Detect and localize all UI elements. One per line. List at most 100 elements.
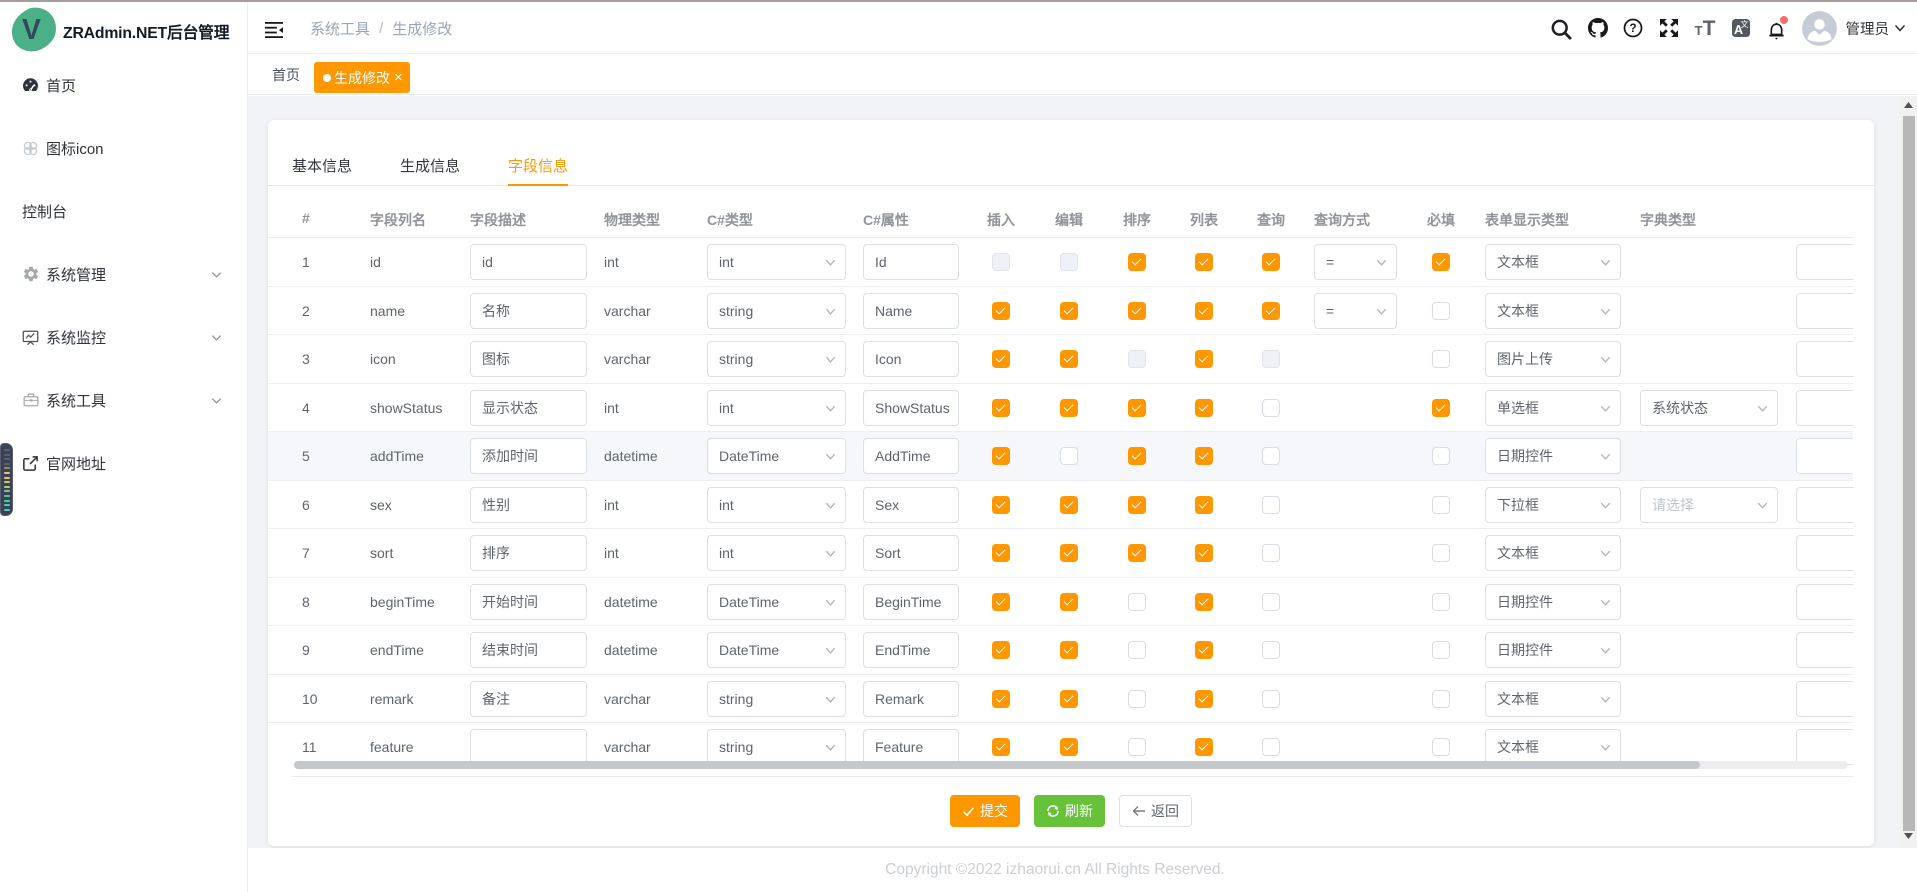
checkbox-insert-checked[interactable] [992, 496, 1010, 514]
select-dict[interactable]: 系统状态 [1640, 390, 1778, 426]
checkbox-list-checked[interactable] [1195, 350, 1213, 368]
checkbox-required-unchecked[interactable] [1432, 738, 1450, 756]
checkbox-edit-checked[interactable] [1060, 593, 1078, 611]
checkbox-insert-checked[interactable] [992, 399, 1010, 417]
checkbox-query-unchecked[interactable] [1262, 593, 1280, 611]
checkbox-list-checked[interactable] [1195, 496, 1213, 514]
checkbox-list-checked[interactable] [1195, 641, 1213, 659]
select-display[interactable]: 日期控件 [1485, 584, 1621, 620]
avatar[interactable] [1802, 11, 1837, 46]
checkbox-required-unchecked[interactable] [1432, 496, 1450, 514]
translate-icon[interactable]: A文 [1723, 2, 1759, 54]
input-extra[interactable] [1796, 487, 1853, 523]
checkbox-query-checked[interactable] [1262, 253, 1280, 271]
select-cstype[interactable]: DateTime [707, 632, 846, 668]
select-display[interactable]: 图片上传 [1485, 341, 1621, 377]
checkbox-query-unchecked[interactable] [1262, 447, 1280, 465]
help-icon[interactable]: ? [1616, 2, 1652, 54]
checkbox-sort-unchecked[interactable] [1128, 641, 1146, 659]
select-cstype[interactable]: DateTime [707, 438, 846, 474]
tab-basic-info[interactable]: 基本信息 [292, 155, 352, 185]
input-csattr[interactable]: Sex [863, 487, 959, 523]
checkbox-sort-checked[interactable] [1128, 447, 1146, 465]
app-logo[interactable]: V ZRAdmin.NET后台管理 [0, 2, 247, 60]
input-desc[interactable]: id [470, 244, 587, 280]
select-cstype[interactable]: string [707, 341, 846, 377]
input-extra[interactable] [1796, 584, 1853, 620]
checkbox-edit-unchecked[interactable] [1060, 447, 1078, 465]
input-extra[interactable] [1796, 244, 1853, 280]
scrollbar-down-arrow[interactable] [1900, 827, 1917, 844]
checkbox-insert-checked[interactable] [992, 641, 1010, 659]
checkbox-edit-checked[interactable] [1060, 496, 1078, 514]
input-extra[interactable] [1796, 535, 1853, 571]
input-csattr[interactable]: Remark [863, 681, 959, 717]
sidebar-item-monitor[interactable]: 系统监控 [0, 309, 247, 365]
scrollbar-up-arrow[interactable] [1900, 96, 1917, 113]
select-display[interactable]: 文本框 [1485, 244, 1621, 280]
sidebar-item-home[interactable]: 首页 [0, 57, 247, 113]
select-display[interactable]: 下拉框 [1485, 487, 1621, 523]
checkbox-insert-checked[interactable] [992, 302, 1010, 320]
checkbox-list-checked[interactable] [1195, 544, 1213, 562]
input-extra[interactable] [1796, 632, 1853, 668]
checkbox-edit-checked[interactable] [1060, 738, 1078, 756]
input-desc[interactable]: 结束时间 [470, 632, 587, 668]
checkbox-query-checked[interactable] [1262, 302, 1280, 320]
select-qmode[interactable]: = [1314, 293, 1397, 329]
input-csattr[interactable]: EndTime [863, 632, 959, 668]
input-desc[interactable]: 名称 [470, 293, 587, 329]
select-cstype[interactable]: string [707, 293, 846, 329]
checkbox-edit-disabled[interactable] [1060, 253, 1078, 271]
checkbox-sort-checked[interactable] [1128, 302, 1146, 320]
input-extra[interactable] [1796, 341, 1853, 377]
horizontal-scrollbar-thumb[interactable] [294, 761, 1700, 769]
select-display[interactable]: 文本框 [1485, 535, 1621, 571]
tag-active[interactable]: 生成修改 × [314, 62, 410, 93]
github-icon[interactable] [1580, 2, 1616, 54]
checkbox-sort-checked[interactable] [1128, 496, 1146, 514]
checkbox-required-checked[interactable] [1432, 253, 1450, 271]
select-cstype[interactable]: DateTime [707, 584, 846, 620]
checkbox-insert-checked[interactable] [992, 350, 1010, 368]
sidebar-item-tools[interactable]: 系统工具 [0, 372, 247, 428]
input-csattr[interactable]: ShowStatus [863, 390, 959, 426]
checkbox-sort-checked[interactable] [1128, 544, 1146, 562]
checkbox-edit-checked[interactable] [1060, 350, 1078, 368]
breadcrumb-item-parent[interactable]: 系统工具 [310, 18, 370, 39]
checkbox-required-unchecked[interactable] [1432, 593, 1450, 611]
input-csattr[interactable]: AddTime [863, 438, 959, 474]
checkbox-list-checked[interactable] [1195, 399, 1213, 417]
checkbox-sort-unchecked[interactable] [1128, 690, 1146, 708]
select-display[interactable]: 文本框 [1485, 293, 1621, 329]
input-desc[interactable]: 排序 [470, 535, 587, 571]
input-extra[interactable] [1796, 681, 1853, 717]
select-cstype[interactable]: string [707, 681, 846, 717]
select-display[interactable]: 单选框 [1485, 390, 1621, 426]
checkbox-insert-disabled[interactable] [992, 253, 1010, 271]
tag-home[interactable]: 首页 [272, 65, 300, 85]
input-desc[interactable]: 备注 [470, 681, 587, 717]
input-csattr[interactable]: Name [863, 293, 959, 329]
checkbox-required-unchecked[interactable] [1432, 544, 1450, 562]
vertical-scrollbar-thumb[interactable] [1903, 116, 1915, 831]
devtools-handle-widget[interactable] [0, 443, 13, 516]
checkbox-query-unchecked[interactable] [1262, 496, 1280, 514]
checkbox-sort-unchecked[interactable] [1128, 593, 1146, 611]
refresh-button[interactable]: 刷新 [1034, 795, 1105, 827]
input-csattr[interactable]: Id [863, 244, 959, 280]
checkbox-edit-checked[interactable] [1060, 544, 1078, 562]
input-extra[interactable] [1796, 293, 1853, 329]
checkbox-query-unchecked[interactable] [1262, 641, 1280, 659]
sidebar-item-icons[interactable]: 图标icon [0, 120, 247, 176]
input-desc[interactable]: 图标 [470, 341, 587, 377]
checkbox-required-unchecked[interactable] [1432, 302, 1450, 320]
tab-generate-info[interactable]: 生成信息 [400, 155, 460, 185]
select-dict[interactable]: 请选择 [1640, 487, 1778, 523]
checkbox-list-checked[interactable] [1195, 302, 1213, 320]
checkbox-insert-checked[interactable] [992, 690, 1010, 708]
select-cstype[interactable]: int [707, 390, 846, 426]
search-icon[interactable] [1544, 2, 1580, 54]
checkbox-required-unchecked[interactable] [1432, 690, 1450, 708]
select-display[interactable]: 文本框 [1485, 681, 1621, 717]
